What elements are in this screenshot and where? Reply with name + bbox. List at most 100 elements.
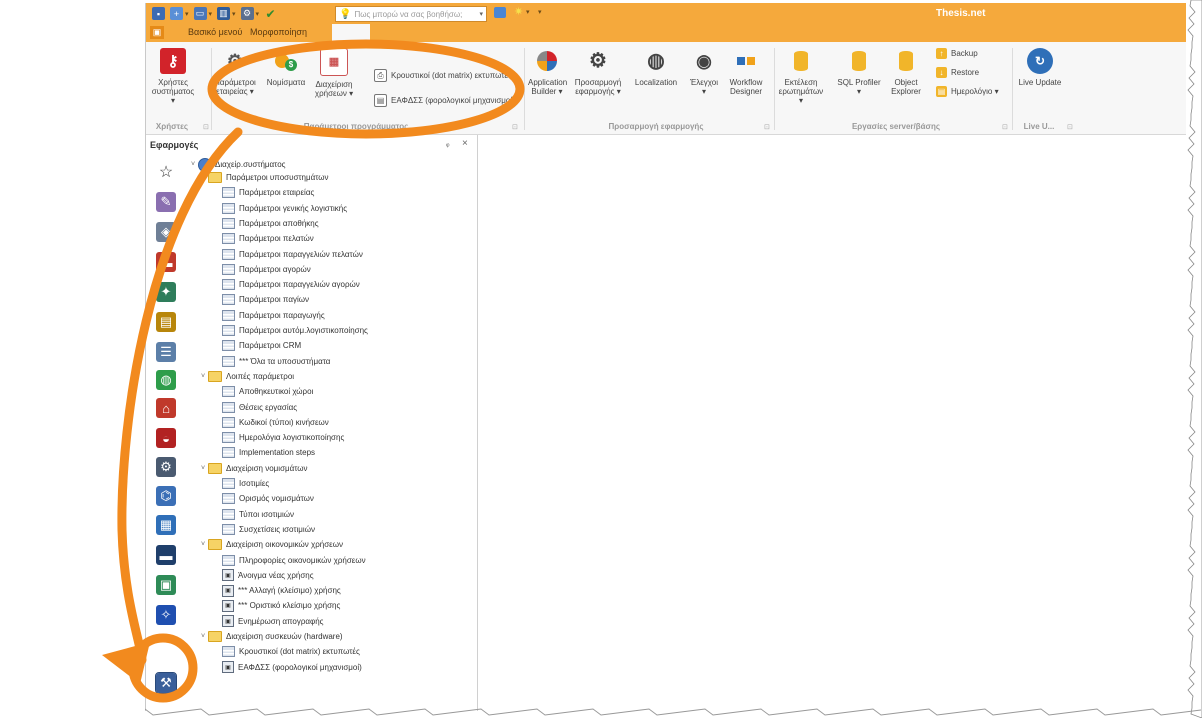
tree-folder[interactable]: ˅ Διαχείριση οικονομικών χρήσεων xyxy=(198,538,343,551)
tree-item[interactable]: ▣ Ενημέρωση απογραφής xyxy=(222,615,324,628)
chevron-down-icon[interactable]: ▾ xyxy=(209,10,213,18)
run-queries-button[interactable]: Εκτέλεση ερωτημάτων ▾ xyxy=(778,48,824,105)
object-explorer-button[interactable]: Object Explorer xyxy=(888,48,924,96)
localization-button[interactable]: ◍ Localization xyxy=(630,48,682,88)
pin-icon[interactable]: ᵩ xyxy=(446,139,450,148)
tree-item[interactable]: Παράμετροι εταιρείας xyxy=(222,186,314,199)
tree-item[interactable]: Θέσεις εργασίας xyxy=(222,401,297,414)
chevron-down-icon[interactable]: ▾ xyxy=(232,10,236,18)
customize-app-button[interactable]: ⚙ Προσαρμογή εφαρμογής ▾ xyxy=(574,48,622,97)
tree-item[interactable]: Ημερολόγια λογιστικοποίησης xyxy=(222,431,344,444)
workflow-designer-button[interactable]: Workflow Designer xyxy=(726,48,766,96)
tree-item[interactable]: Κωδικοί (τύποι) κινήσεων xyxy=(222,416,329,429)
tree-item[interactable]: ▣ *** Οριστικό κλείσιμο χρήσης xyxy=(222,599,340,612)
tree-item[interactable]: Ισοτιμίες xyxy=(222,477,269,490)
live-update-button[interactable]: ↻ Live Update xyxy=(1016,48,1064,87)
tab-formatting[interactable]: Μορφοποίηση xyxy=(250,27,307,37)
cash-register-icon[interactable]: ▬ xyxy=(156,252,176,272)
chevron-down-icon[interactable]: ˅ xyxy=(198,541,208,548)
tree-item[interactable]: *** Όλα τα υποσυστήματα xyxy=(222,355,330,368)
chevron-down-icon[interactable]: ˅ xyxy=(198,633,208,640)
tree-item[interactable]: Παράμετροι παραγγελιών πελατών xyxy=(222,248,363,261)
tree-item[interactable]: Παράμετροι παγίων xyxy=(222,293,309,306)
tree-item[interactable]: ▣ *** Αλλαγή (κλείσιμο) χρήσης xyxy=(222,584,341,597)
users-button[interactable]: ⚷ Χρήστες συστήματος ▾ xyxy=(150,48,196,105)
fiscal-years-button[interactable]: ▦ Διαχείριση χρήσεων ▾ xyxy=(312,48,356,98)
fiscal-devices-button[interactable]: ▤ ΕΑΦΔΣΣ (φορολογικοί μηχανισμοί) xyxy=(374,94,515,107)
tree-item[interactable]: Συσχετίσεις ισοτιμιών xyxy=(222,523,315,536)
excel-icon[interactable]: ▣ xyxy=(156,575,176,595)
tree-item[interactable]: Αποθηκευτικοί χώροι xyxy=(222,385,313,398)
restore-button[interactable]: ↓ Restore xyxy=(936,67,979,78)
admin-tools-icon[interactable]: ⚒ xyxy=(155,672,177,694)
gears-icon[interactable]: ⚙ xyxy=(156,457,176,477)
chevron-down-icon[interactable]: ▾ xyxy=(538,8,542,16)
tree-item[interactable]: Παράμετροι αγορών xyxy=(222,263,311,276)
tree-item[interactable]: Παράμετροι αποθήκης xyxy=(222,217,319,230)
check-icon[interactable]: ✔ xyxy=(264,7,277,21)
dot-matrix-printers-button[interactable]: ⎙ Κρουστικοί (dot matrix) εκτυπωτές xyxy=(374,69,512,82)
new-icon[interactable]: + xyxy=(170,7,183,20)
backup-button[interactable]: ↑ Backup xyxy=(936,48,978,59)
tree-folder[interactable]: ˅ Παράμετροι υποσυστημάτων xyxy=(198,171,329,184)
basket-icon[interactable]: ◒ xyxy=(156,428,176,448)
save-icon[interactable]: ▪ xyxy=(152,7,165,20)
network-icon[interactable]: ⌬ xyxy=(156,486,176,506)
star-icon[interactable]: ☆ xyxy=(156,162,176,182)
group-expand-icon[interactable]: ⊡ xyxy=(764,123,770,131)
help-search-box[interactable]: 💡 Πως μπορώ να σας βοηθήσω; ▾ xyxy=(335,6,487,22)
brush-icon[interactable]: ✎ xyxy=(156,192,176,212)
chevron-down-icon[interactable]: ▾ xyxy=(256,10,260,18)
tree-folder[interactable]: ˅ Λοιπές παράμετροι xyxy=(198,370,294,383)
sun-icon[interactable]: ✷ xyxy=(514,5,523,18)
list-icon[interactable]: ☰ xyxy=(156,342,176,362)
tab-main-menu[interactable]: Βασικό μενού xyxy=(188,27,242,37)
calendar-button[interactable]: ▤ Ημερολόγιο ▾ xyxy=(936,86,999,97)
tree-item[interactable]: Κρουστικοί (dot matrix) εκτυπωτές xyxy=(222,645,360,658)
globe-icon[interactable]: ◍ xyxy=(156,370,176,390)
chevron-down-icon[interactable]: ˅ xyxy=(188,161,198,168)
tree-item[interactable]: Παράμετροι αυτόμ.λογιστικοποίησης xyxy=(222,324,368,337)
tree-item[interactable]: ▣ ΕΑΦΔΣΣ (φορολογικοί μηχανισμοί) xyxy=(222,661,362,674)
tree-item[interactable]: Παράμετροι CRM xyxy=(222,339,301,352)
group-expand-icon[interactable]: ⊡ xyxy=(1002,123,1008,131)
tree-item[interactable]: Παράμετροι πελατών xyxy=(222,232,314,245)
columns-icon[interactable]: ▥ xyxy=(217,7,231,20)
group-expand-icon[interactable]: ⊡ xyxy=(1067,123,1073,131)
calendar-icon[interactable]: ▦ xyxy=(156,515,176,535)
application-builder-button[interactable]: Application Builder ▾ xyxy=(528,48,567,96)
checks-button[interactable]: ◉ Έλεγχοι ▾ xyxy=(688,48,720,97)
chat-icon[interactable] xyxy=(494,7,506,18)
tree-root[interactable]: ˅ Διαχείρ.συστήματος xyxy=(188,157,286,172)
eu-flag-icon[interactable]: ✧ xyxy=(156,605,176,625)
window-icon[interactable]: ▭ xyxy=(193,7,207,20)
tree-item[interactable]: Παράμετροι παραγγελιών αγορών xyxy=(222,278,360,291)
tree-item[interactable]: Πληροφορίες οικονομικών χρήσεων xyxy=(222,554,366,567)
tree-folder[interactable]: ˅ Διαχείριση συσκευών (hardware) xyxy=(198,630,343,643)
truck-icon[interactable]: ▤ xyxy=(156,312,176,332)
tag-icon[interactable]: ◈ xyxy=(156,222,176,242)
company-params-button[interactable]: ⚙ Παράμετροι εταιρείας ▾ xyxy=(214,48,256,97)
file-menu-icon[interactable]: ▣ xyxy=(150,26,164,39)
currencies-button[interactable]: $ Νομίσματα xyxy=(266,48,306,87)
sql-profiler-button[interactable]: SQL Profiler ▾ xyxy=(836,48,882,96)
tree-item[interactable]: Ορισμός νομισμάτων xyxy=(222,492,314,505)
chevron-down-icon[interactable]: ▾ xyxy=(526,8,530,16)
chevron-down-icon[interactable]: ˅ xyxy=(198,174,208,181)
group-expand-icon[interactable]: ⊡ xyxy=(512,123,518,131)
tree-item[interactable]: Παράμετροι παραγωγής xyxy=(222,309,325,322)
tree-item[interactable]: Τύποι ισοτιμιών xyxy=(222,508,294,521)
chevron-down-icon[interactable]: ˅ xyxy=(198,465,208,472)
settings-icon[interactable]: ⚙ xyxy=(240,7,254,20)
tab-admin-active[interactable] xyxy=(332,24,370,42)
tree-item[interactable]: ▣ Άνοιγμα νέας χρήσης xyxy=(222,569,314,582)
people-icon[interactable]: ✦ xyxy=(156,282,176,302)
tree-item[interactable]: Παράμετροι γενικής λογιστικής xyxy=(222,202,347,215)
house-icon[interactable]: ⌂ xyxy=(156,398,176,418)
tree-item[interactable]: Implementation steps xyxy=(222,446,315,459)
chevron-down-icon[interactable]: ˅ xyxy=(198,373,208,380)
chevron-down-icon[interactable]: ▾ xyxy=(185,10,189,18)
group-expand-icon[interactable]: ⊡ xyxy=(203,123,209,131)
chevron-down-icon[interactable]: ▾ xyxy=(479,10,483,18)
close-icon[interactable]: × xyxy=(462,138,468,149)
